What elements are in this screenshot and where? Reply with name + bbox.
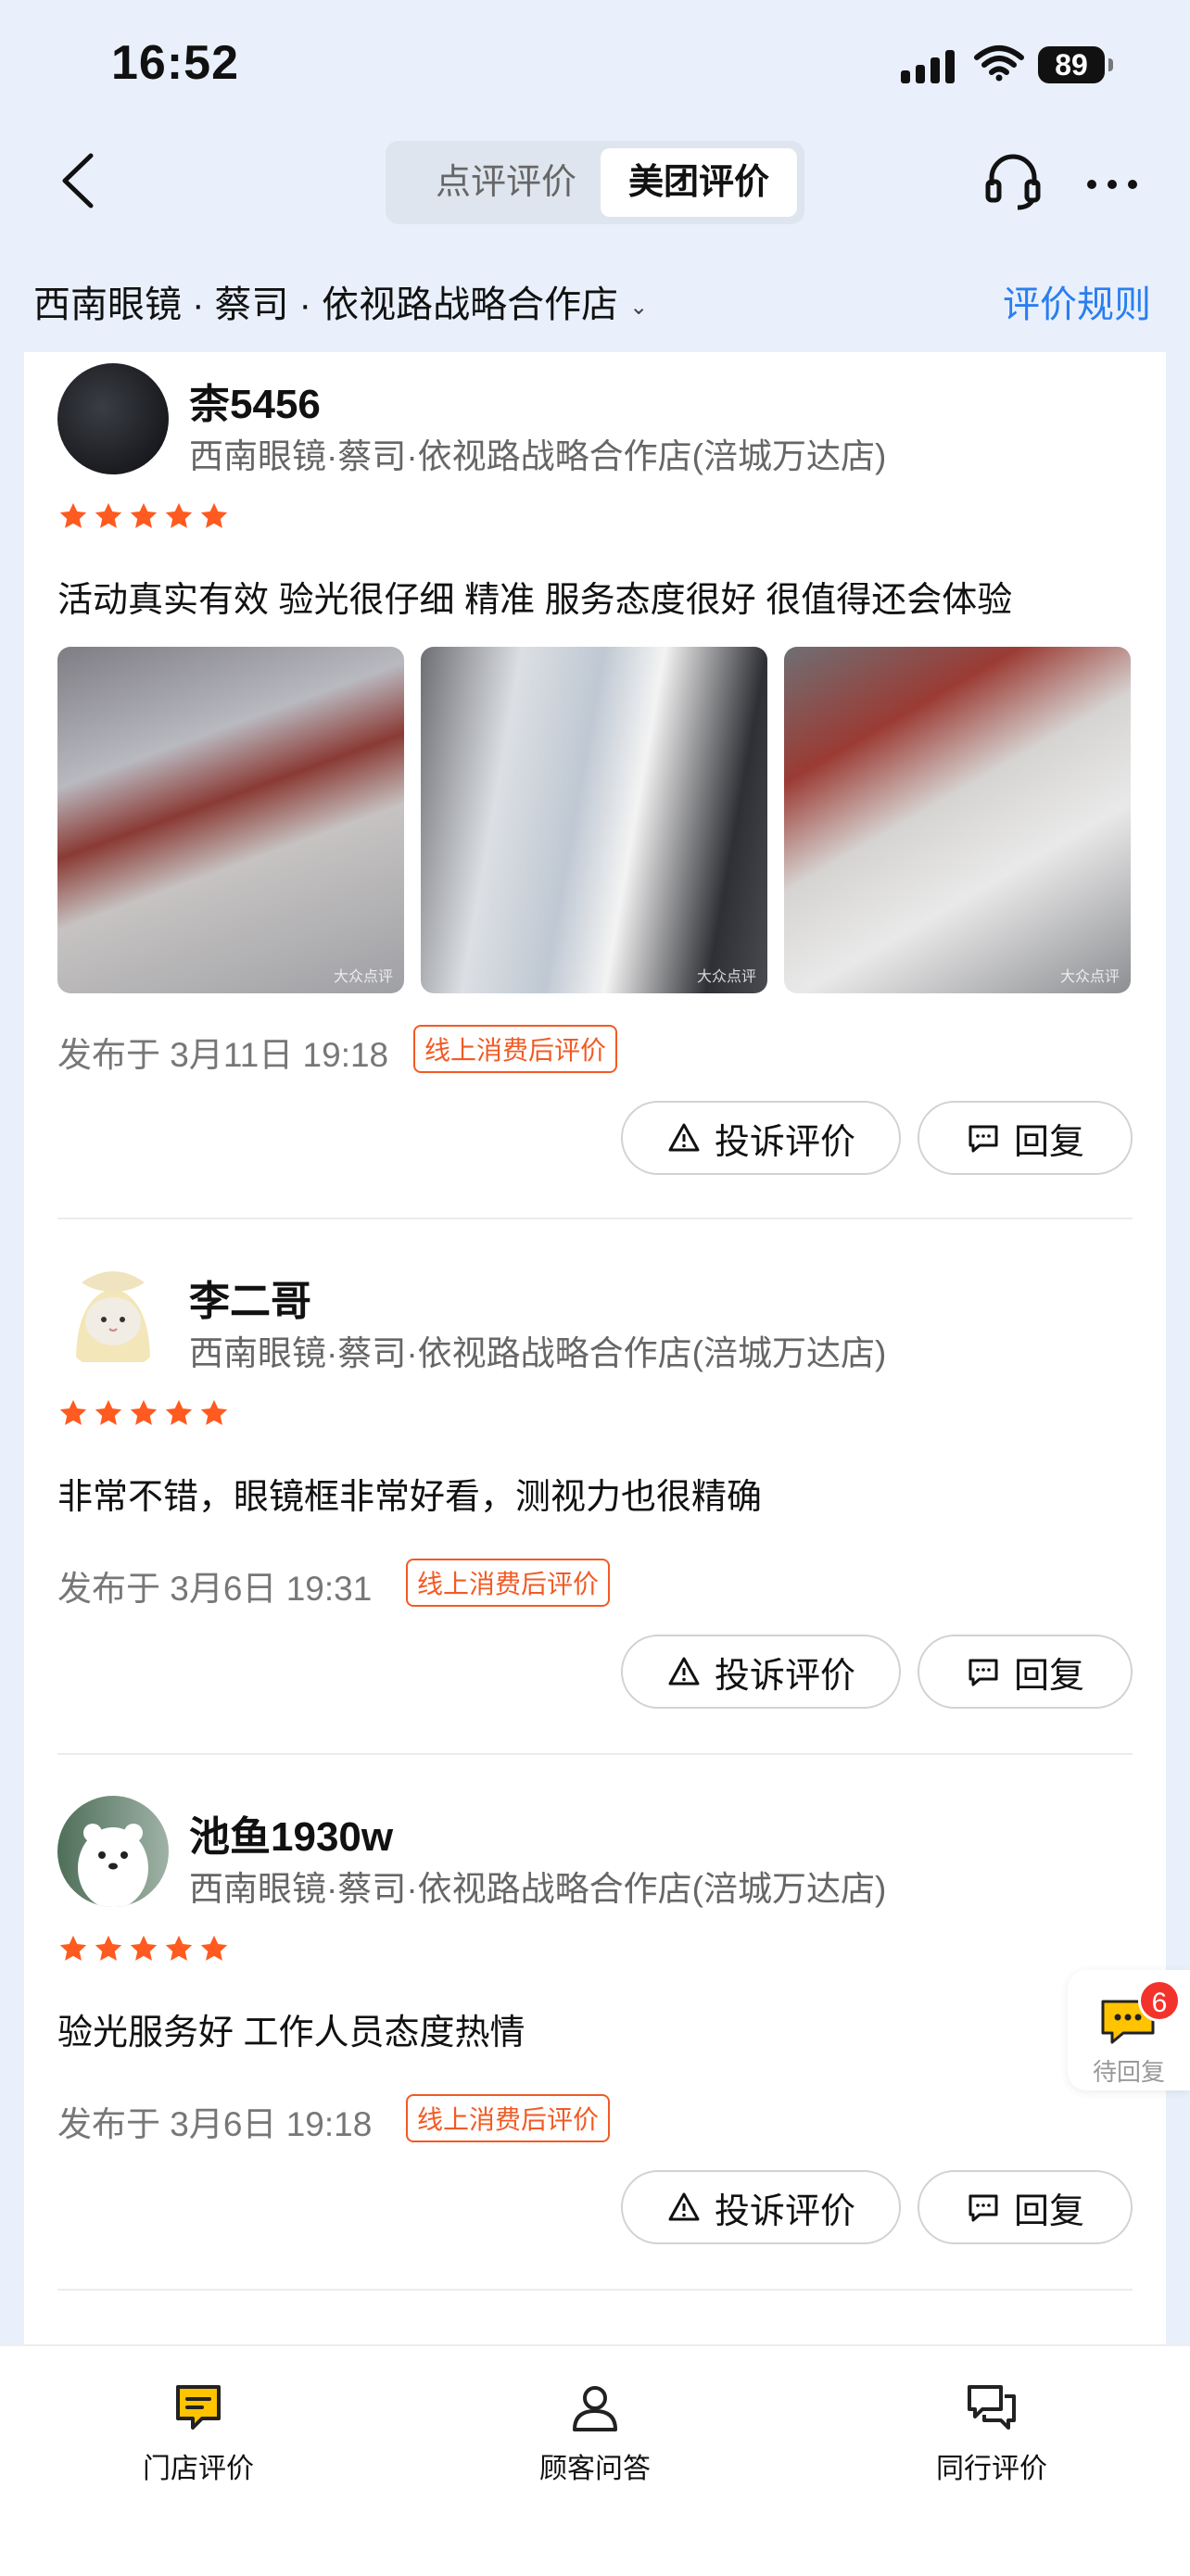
- star-icon: [130, 1935, 158, 1961]
- pending-reply-button[interactable]: 6 待回复: [1068, 1970, 1190, 2090]
- reply-button[interactable]: 回复: [918, 1635, 1133, 1709]
- tab-store-reviews[interactable]: 门店评价: [87, 2380, 310, 2486]
- cellular-signal-icon: [901, 46, 955, 83]
- avatar: [57, 1796, 169, 1907]
- bear-avatar-icon: [78, 1824, 148, 1907]
- comment-icon: [968, 1659, 998, 1686]
- chat-icon: [968, 2385, 1016, 2430]
- star-icon: [165, 1935, 193, 1961]
- reply-button[interactable]: 回复: [918, 2170, 1133, 2244]
- star-icon: [59, 1935, 87, 1961]
- reply-label: 回复: [1013, 1122, 1084, 1162]
- avatar: [57, 363, 169, 474]
- wifi-icon: [974, 45, 1024, 82]
- review-date: 发布于 3月11日 19:18: [57, 1036, 389, 1074]
- tab-dianping-reviews[interactable]: 点评评价: [395, 148, 617, 217]
- status-bar: 16:52 89: [0, 0, 1190, 130]
- tab-label: 门店评价: [143, 2454, 254, 2484]
- avatar: [57, 1260, 169, 1371]
- chevron-down-icon: ⌄: [629, 294, 649, 320]
- review-tag: 线上消费后评价: [406, 2094, 611, 2142]
- complain-button[interactable]: 投诉评价: [621, 1101, 901, 1175]
- star-icon: [95, 1935, 122, 1961]
- review-list: 柰5456 西南眼镜·蔡司·依视路战略合作店(涪城万达店) 活动真实有效 验光很…: [24, 352, 1166, 2344]
- customer-service-icon[interactable]: [982, 150, 1044, 211]
- review-tag: 线上消费后评价: [413, 1025, 618, 1073]
- store-review-icon: [176, 2385, 221, 2430]
- review-date: 发布于 3月6日 19:31: [57, 1570, 373, 1608]
- review-date: 发布于 3月6日 19:18: [57, 2105, 373, 2143]
- warning-icon: [668, 1123, 700, 1152]
- review-photo[interactable]: 大众点评: [421, 647, 767, 993]
- photo-watermark: 大众点评: [696, 969, 756, 985]
- battery-indicator: 89: [1038, 46, 1113, 83]
- store-selector[interactable]: 西南眼镜 · 蔡司 · 依视路战略合作店 ⌄: [33, 274, 648, 328]
- complain-label: 投诉评价: [714, 1656, 855, 1696]
- reply-button[interactable]: 回复: [918, 1101, 1133, 1175]
- star-icon: [165, 1399, 193, 1425]
- star-icon: [200, 1399, 228, 1425]
- review-text: 非常不错，眼镜框非常好看，测视力也很精确: [57, 1478, 763, 1517]
- star-rating: [57, 500, 230, 532]
- review-source-switch: 点评评价 美团评价: [386, 141, 804, 224]
- review-rules-link[interactable]: 评价规则: [1003, 274, 1151, 328]
- review-text: 验光服务好 工作人员态度热情: [57, 2014, 525, 2052]
- tab-customer-qa[interactable]: 顾客问答: [484, 2380, 706, 2486]
- pending-count-badge: 6: [1138, 1979, 1181, 2022]
- reviewer-shop: 西南眼镜·蔡司·依视路战略合作店(涪城万达店): [189, 1870, 887, 1908]
- star-rating: [57, 1397, 230, 1429]
- pending-label: 待回复: [1092, 2058, 1165, 2086]
- reviewer-name: 池鱼1930w: [189, 1814, 394, 1860]
- tab-label: 顾客问答: [539, 2454, 651, 2484]
- star-icon: [130, 502, 158, 528]
- user-icon: [573, 2386, 617, 2431]
- status-time: 16:52: [111, 36, 239, 90]
- divider: [57, 2289, 1133, 2291]
- star-icon: [59, 502, 87, 528]
- warning-icon: [668, 1657, 700, 1686]
- photo-watermark: 大众点评: [1059, 969, 1120, 985]
- back-icon[interactable]: [52, 148, 108, 213]
- review-photo[interactable]: 大众点评: [57, 647, 404, 993]
- complain-button[interactable]: 投诉评价: [621, 2170, 901, 2244]
- review-photos: 大众点评 大众点评 大众点评: [57, 647, 1131, 993]
- star-icon: [95, 1399, 122, 1425]
- reviewer-name: 李二哥: [189, 1279, 311, 1324]
- star-icon: [165, 502, 193, 528]
- warning-icon: [668, 2192, 700, 2221]
- divider: [57, 1218, 1133, 1219]
- tab-label: 同行评价: [936, 2454, 1047, 2484]
- divider: [57, 1753, 1133, 1755]
- complain-button[interactable]: 投诉评价: [621, 1635, 901, 1709]
- star-icon: [59, 1399, 87, 1425]
- complain-label: 投诉评价: [714, 1122, 855, 1162]
- tab-meituan-reviews[interactable]: 美团评价: [601, 148, 797, 217]
- comment-icon: [968, 2194, 998, 2222]
- star-icon: [130, 1399, 158, 1425]
- bottom-tab-bar: 门店评价 顾客问答 同行评价: [0, 2344, 1190, 2576]
- reviewer-shop: 西南眼镜·蔡司·依视路战略合作店(涪城万达店): [189, 1334, 887, 1372]
- star-icon: [200, 502, 228, 528]
- review-text: 活动真实有效 验光很仔细 精准 服务态度很好 很值得还会体验: [57, 581, 1013, 620]
- review-tag: 线上消费后评价: [406, 1559, 611, 1607]
- reviewer-name: 柰5456: [189, 382, 321, 427]
- cat-avatar-icon: [76, 1271, 150, 1362]
- tab-peer-reviews[interactable]: 同行评价: [880, 2380, 1103, 2486]
- reviewer-shop: 西南眼镜·蔡司·依视路战略合作店(涪城万达店): [189, 437, 887, 475]
- comment-icon: [968, 1125, 998, 1153]
- reply-label: 回复: [1013, 2191, 1084, 2231]
- more-icon[interactable]: [1084, 178, 1140, 191]
- star-rating: [57, 1933, 230, 1964]
- photo-watermark: 大众点评: [333, 969, 393, 985]
- complain-label: 投诉评价: [714, 2191, 855, 2231]
- star-icon: [95, 502, 122, 528]
- star-icon: [200, 1935, 228, 1961]
- review-photo[interactable]: 大众点评: [784, 647, 1131, 993]
- store-name: 西南眼镜 · 蔡司 · 依视路战略合作店: [33, 284, 619, 325]
- reply-label: 回复: [1013, 1656, 1084, 1696]
